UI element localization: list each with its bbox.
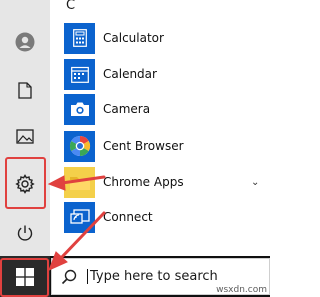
arrow-to-settings-head <box>47 175 66 191</box>
arrow-to-start <box>59 211 106 260</box>
annotation-arrows <box>47 175 106 271</box>
arrow-to-settings <box>60 175 106 185</box>
watermark: wsxdn.com <box>216 285 267 295</box>
